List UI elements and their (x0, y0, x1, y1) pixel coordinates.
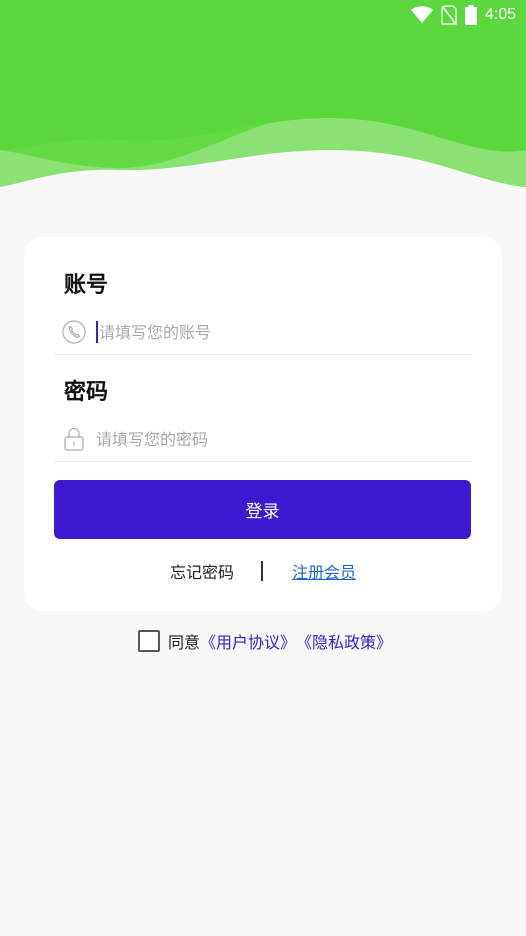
wave-background (0, 0, 526, 200)
status-bar: 4:05 (410, 0, 526, 30)
forgot-password-link[interactable]: 忘记密码 (170, 559, 234, 583)
account-input[interactable] (99, 322, 429, 342)
phone-icon (62, 320, 86, 344)
lock-icon (62, 427, 86, 451)
divider (261, 561, 263, 581)
password-field-row[interactable] (54, 417, 472, 462)
privacy-policy-link[interactable]: 《隐私政策》 (296, 629, 392, 653)
account-label: 账号 (64, 273, 109, 298)
agree-prefix: 同意 (168, 633, 201, 652)
account-field-row[interactable] (54, 310, 472, 355)
password-label: 密码 (64, 380, 109, 405)
register-link[interactable]: 注册会员 (292, 559, 356, 583)
no-sim-icon (441, 5, 457, 25)
status-time: 4:05 (484, 6, 516, 23)
wifi-icon (410, 6, 433, 23)
battery-icon (464, 5, 477, 25)
login-card: 账号 密码 登录 忘记密码 注册会员 (24, 237, 502, 611)
agree-checkbox[interactable] (138, 630, 160, 652)
login-button[interactable]: 登录 (54, 480, 471, 539)
user-agreement-link[interactable]: 《用户协议》 (200, 629, 296, 653)
password-input[interactable] (96, 429, 426, 449)
agreement-row: 同意 《用户协议》 《隐私政策》 (138, 629, 392, 653)
links-row: 忘记密码 注册会员 (24, 559, 502, 583)
text-caret (96, 321, 98, 343)
header-banner: 4:05 (0, 0, 526, 200)
